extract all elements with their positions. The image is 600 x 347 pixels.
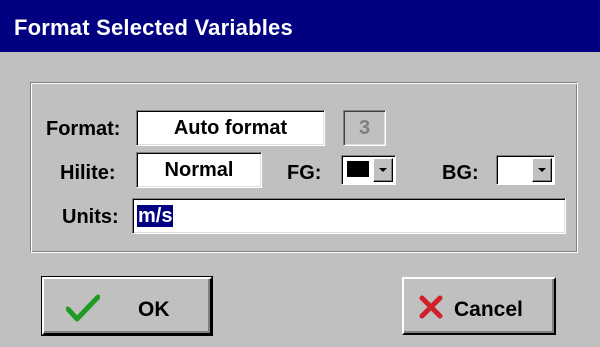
digits-field: 3 xyxy=(343,110,386,146)
cancel-label: Cancel xyxy=(454,298,523,321)
fg-color-swatch xyxy=(347,161,369,177)
window-title: Format Selected Variables xyxy=(14,15,293,40)
x-icon xyxy=(419,295,443,319)
hilite-label: Hilite: xyxy=(60,162,116,184)
digits-value: 3 xyxy=(358,116,371,139)
units-field[interactable]: m/s xyxy=(132,198,566,234)
title-bar[interactable]: Format Selected Variables xyxy=(0,0,600,52)
units-label: Units: xyxy=(62,206,119,228)
format-label: Format: xyxy=(46,118,121,140)
bg-label: BG: xyxy=(442,162,479,184)
bg-color-dropdown[interactable] xyxy=(496,155,555,185)
fg-label: FG: xyxy=(287,162,322,184)
bg-color-swatch xyxy=(502,161,524,177)
hilite-field[interactable]: Normal xyxy=(136,152,262,188)
bg-dropdown-arrow-icon[interactable] xyxy=(532,158,552,182)
cancel-button[interactable]: Cancel xyxy=(402,277,556,335)
fg-dropdown-arrow-icon[interactable] xyxy=(373,158,393,182)
units-value: m/s xyxy=(137,205,174,227)
ok-label: OK xyxy=(138,298,170,321)
format-value: Auto format xyxy=(173,116,288,139)
ok-button[interactable]: OK xyxy=(41,276,213,336)
format-field[interactable]: Auto format xyxy=(136,110,325,146)
checkmark-icon xyxy=(66,294,100,322)
hilite-value: Normal xyxy=(164,158,234,181)
fg-color-dropdown[interactable] xyxy=(341,155,396,185)
